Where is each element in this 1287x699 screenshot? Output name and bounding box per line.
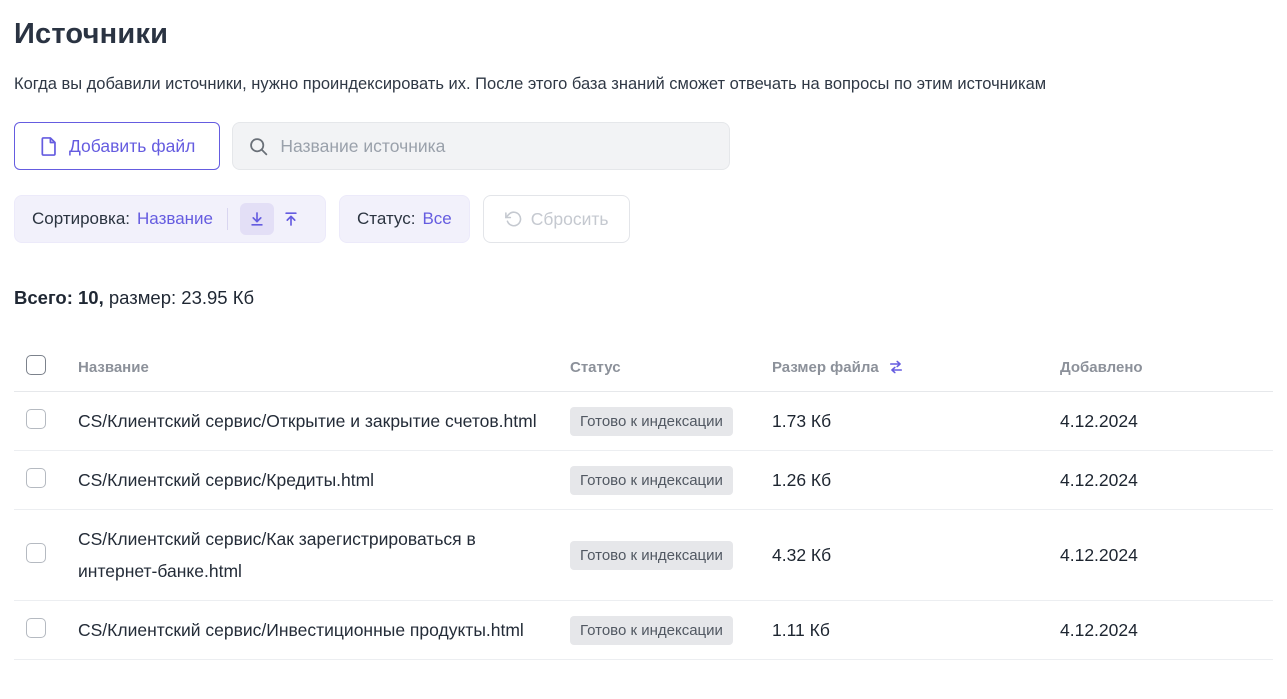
row-size: 4.32 Кб [772, 545, 1060, 566]
sort-descending-icon [248, 210, 266, 228]
row-checkbox-cell [14, 468, 78, 493]
row-checkbox-cell [14, 618, 78, 643]
rotate-ccw-icon [504, 210, 522, 228]
page-description: Когда вы добавили источники, нужно проин… [14, 75, 1273, 94]
status-badge: Готово к индексации [570, 466, 733, 495]
header-checkbox-cell [14, 355, 78, 379]
row-status-cell: Готово к индексации [570, 407, 772, 436]
row-checkbox-cell [14, 409, 78, 434]
sort-chip: Сортировка: Название [14, 195, 326, 243]
row-size: 1.73 Кб [772, 411, 1060, 432]
sort-ascending-button[interactable] [274, 203, 308, 235]
table-row: CS/Клиентский сервис/Кредиты.html Готово… [14, 451, 1273, 510]
add-file-button[interactable]: Добавить файл [14, 122, 220, 170]
table-row: CS/Клиентский сервис/Открытие и закрытие… [14, 392, 1273, 451]
status-badge: Готово к индексации [570, 407, 733, 436]
row-checkbox[interactable] [26, 543, 46, 563]
swap-horizontal-icon [887, 358, 905, 376]
row-date: 4.12.2024 [1060, 545, 1273, 566]
row-name: CS/Клиентский сервис/Инвестиционные прод… [78, 614, 570, 646]
file-icon [39, 136, 58, 157]
sources-table: Название Статус Размер файла Добав [14, 343, 1273, 660]
add-file-button-label: Добавить файл [69, 136, 195, 157]
reset-button-label: Сбросить [531, 209, 609, 230]
row-date: 4.12.2024 [1060, 620, 1273, 641]
search-box [232, 122, 730, 170]
row-checkbox[interactable] [26, 409, 46, 429]
row-status-cell: Готово к индексации [570, 466, 772, 495]
search-icon [248, 136, 269, 157]
row-name: CS/Клиентский сервис/Открытие и закрытие… [78, 405, 570, 437]
status-badge: Готово к индексации [570, 616, 733, 645]
status-value-link[interactable]: Все [422, 209, 451, 229]
status-label: Статус: [357, 209, 415, 229]
summary-size: размер: 23.95 Кб [109, 287, 254, 308]
status-badge: Готово к индексации [570, 541, 733, 570]
chip-divider [227, 208, 228, 230]
reset-button[interactable]: Сбросить [483, 195, 630, 243]
column-header-added: Добавлено [1060, 359, 1273, 376]
row-size: 1.26 Кб [772, 470, 1060, 491]
row-name: CS/Клиентский сервис/Кредиты.html [78, 464, 570, 496]
table-header-row: Название Статус Размер файла Добав [14, 343, 1273, 392]
table-row: CS/Клиентский сервис/Как зарегистрироват… [14, 510, 1273, 601]
select-all-checkbox[interactable] [26, 355, 46, 375]
row-checkbox[interactable] [26, 468, 46, 488]
row-checkbox-cell [14, 543, 78, 568]
row-checkbox[interactable] [26, 618, 46, 638]
row-name: CS/Клиентский сервис/Как зарегистрироват… [78, 523, 570, 587]
status-chip: Статус: Все [339, 195, 470, 243]
summary-total: Всего: 10, [14, 287, 104, 308]
search-input[interactable] [280, 136, 714, 157]
filter-bar: Сортировка: Название Статус: [14, 195, 1273, 243]
page-title: Источники [14, 18, 1273, 51]
size-sort-button[interactable] [887, 358, 905, 376]
sort-value-link[interactable]: Название [137, 209, 213, 229]
sort-descending-button[interactable] [240, 203, 274, 235]
toolbar: Добавить файл [14, 122, 1273, 170]
row-status-cell: Готово к индексации [570, 616, 772, 645]
column-header-status: Статус [570, 359, 772, 376]
row-date: 4.12.2024 [1060, 470, 1273, 491]
table-body: CS/Клиентский сервис/Открытие и закрытие… [14, 392, 1273, 660]
summary-line: Всего: 10, размер: 23.95 Кб [14, 287, 1273, 309]
column-header-size: Размер файла [772, 359, 879, 376]
row-date: 4.12.2024 [1060, 411, 1273, 432]
row-size: 1.11 Кб [772, 620, 1060, 641]
sort-ascending-icon [282, 210, 300, 228]
column-header-name: Название [78, 359, 570, 376]
row-status-cell: Готово к индексации [570, 541, 772, 570]
sort-label: Сортировка: [32, 209, 130, 229]
table-row: CS/Клиентский сервис/Инвестиционные прод… [14, 601, 1273, 660]
